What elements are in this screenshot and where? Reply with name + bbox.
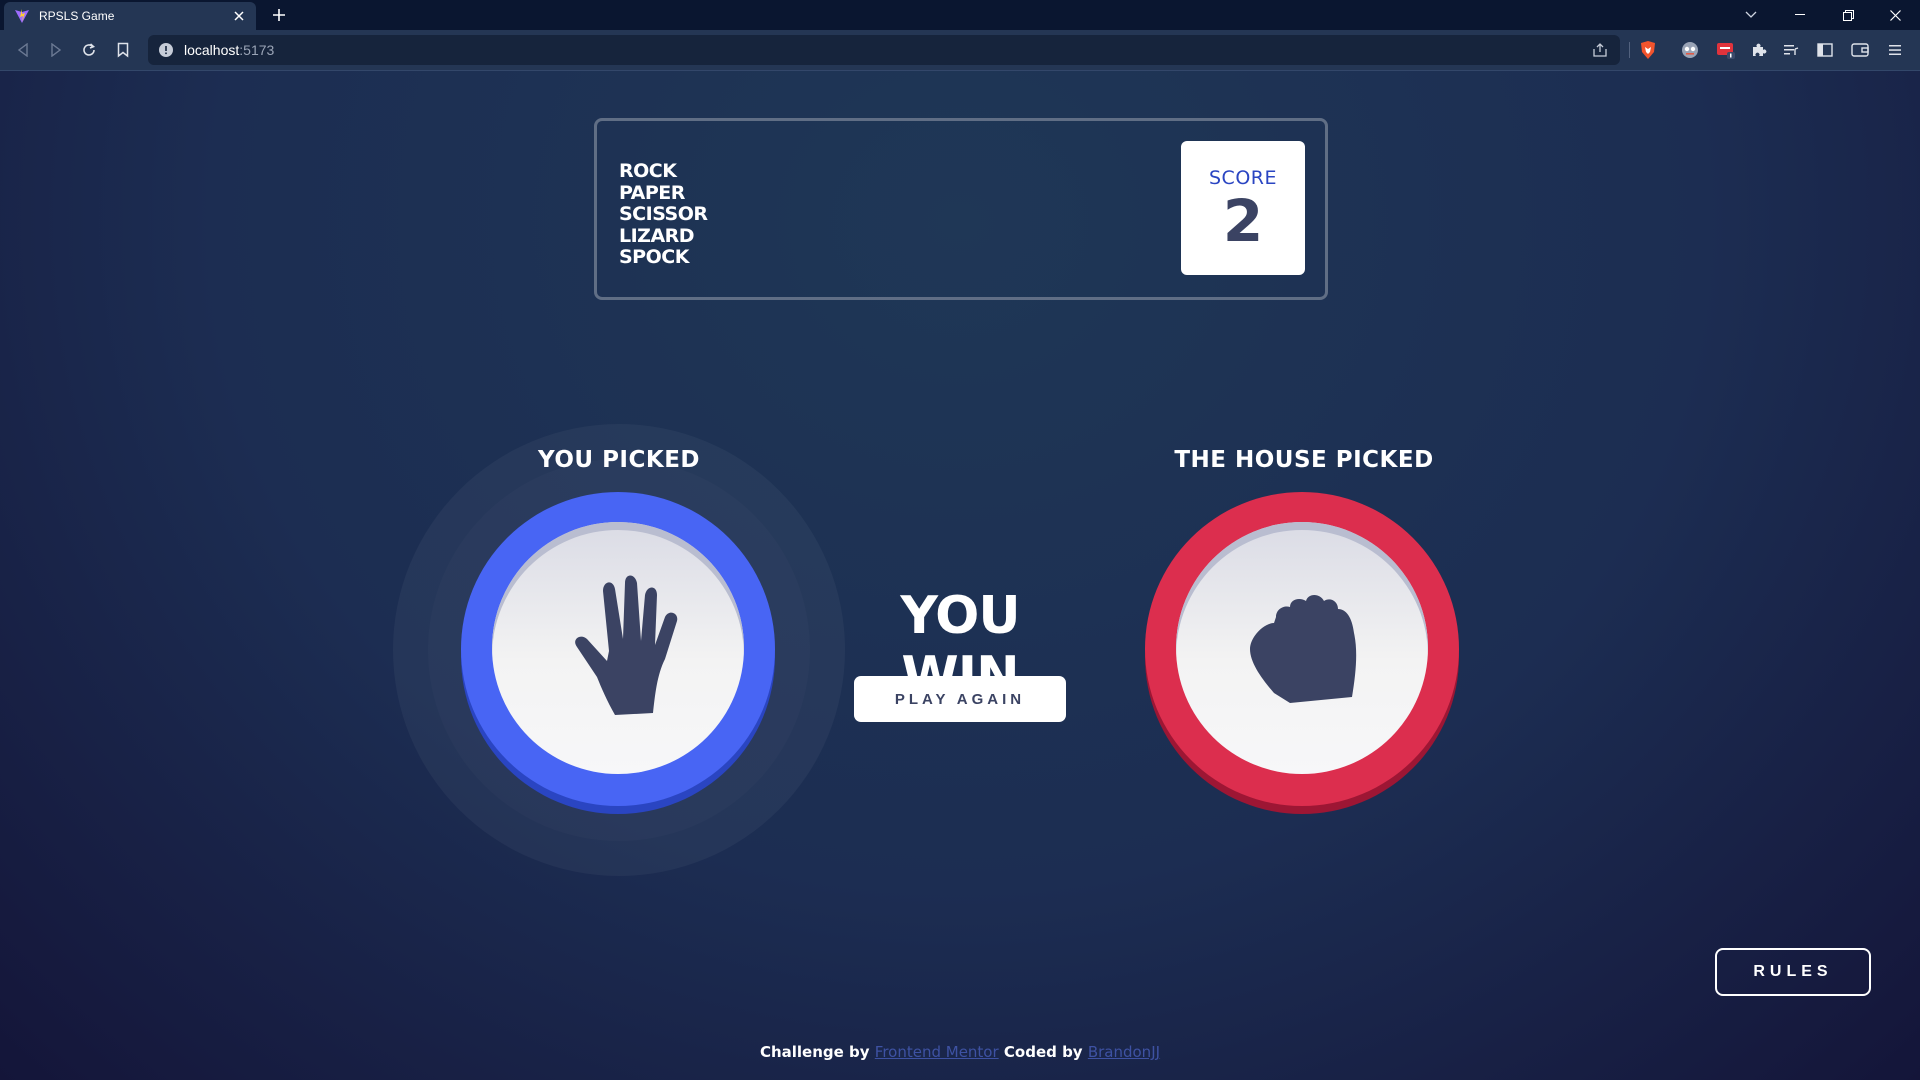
url-host: localhost: [184, 42, 240, 58]
wallet-icon[interactable]: [1850, 40, 1870, 60]
score-box: SCORE 2: [1181, 141, 1305, 275]
media-queue-icon[interactable]: [1781, 40, 1801, 60]
score-header: ROCK PAPER SCISSOR LIZARD SPOCK SCORE 2: [594, 118, 1328, 300]
toolbar-separator: [1629, 42, 1630, 58]
house-pick-label: THE HOUSE PICKED: [1174, 447, 1434, 473]
score-value: 2: [1222, 187, 1264, 255]
tab-title: RPSLS Game: [39, 9, 115, 23]
rock-fist-icon: [1250, 595, 1357, 703]
new-tab-icon[interactable]: [270, 6, 288, 24]
vite-favicon-icon: [15, 9, 29, 23]
restore-icon[interactable]: [1825, 0, 1871, 30]
title-line: ROCK: [619, 160, 677, 182]
site-info-icon[interactable]: [158, 42, 174, 58]
close-window-icon[interactable]: [1872, 0, 1918, 30]
minimize-icon[interactable]: [1777, 0, 1823, 30]
title-line: SPOCK: [619, 246, 689, 268]
author-link[interactable]: BrandonJJ: [1088, 1043, 1160, 1061]
extensions-puzzle-icon[interactable]: [1749, 40, 1769, 60]
extension-face-icon[interactable]: [1680, 40, 1700, 60]
brave-shield-icon[interactable]: [1638, 40, 1658, 60]
menu-icon[interactable]: [1885, 40, 1905, 60]
footer-coded-text: Coded by: [1003, 1043, 1083, 1061]
url-field[interactable]: localhost:5173: [148, 35, 1620, 65]
bookmark-icon[interactable]: [111, 38, 135, 62]
game-title: ROCK PAPER SCISSOR LIZARD SPOCK: [619, 160, 708, 269]
browser-tab-bar: RPSLS Game: [0, 0, 1920, 30]
player-pick-label: YOU PICKED: [538, 447, 700, 473]
sidebar-toggle-icon[interactable]: [1815, 40, 1835, 60]
footer-challenge-text: Challenge by: [759, 1043, 870, 1061]
tab-search-icon[interactable]: [1728, 0, 1774, 30]
footer-attribution: Challenge by Frontend Mentor Coded by Br…: [0, 1043, 1920, 1061]
rules-button[interactable]: RULES: [1715, 948, 1871, 996]
extension-badge-icon[interactable]: [1716, 40, 1736, 60]
house-choice-token: [1145, 492, 1459, 806]
title-line: SCISSOR: [619, 203, 708, 225]
score-label: SCORE: [1209, 167, 1277, 189]
play-again-button[interactable]: PLAY AGAIN: [854, 676, 1066, 722]
player-choice-token: [461, 492, 775, 806]
back-icon[interactable]: [11, 38, 35, 62]
frontend-mentor-link[interactable]: Frontend Mentor: [875, 1043, 999, 1061]
title-line: LIZARD: [619, 224, 695, 247]
forward-icon[interactable]: [44, 38, 68, 62]
game-page: ROCK PAPER SCISSOR LIZARD SPOCK SCORE 2 …: [0, 71, 1920, 1080]
close-tab-icon[interactable]: [228, 5, 250, 27]
browser-tab[interactable]: RPSLS Game: [4, 2, 256, 30]
title-line: PAPER: [619, 181, 685, 204]
reload-icon[interactable]: [77, 38, 101, 62]
share-icon[interactable]: [1590, 40, 1610, 60]
paper-hand-icon: [575, 575, 678, 715]
url-port: :5173: [239, 42, 275, 58]
browser-address-bar: localhost:5173: [0, 30, 1920, 71]
